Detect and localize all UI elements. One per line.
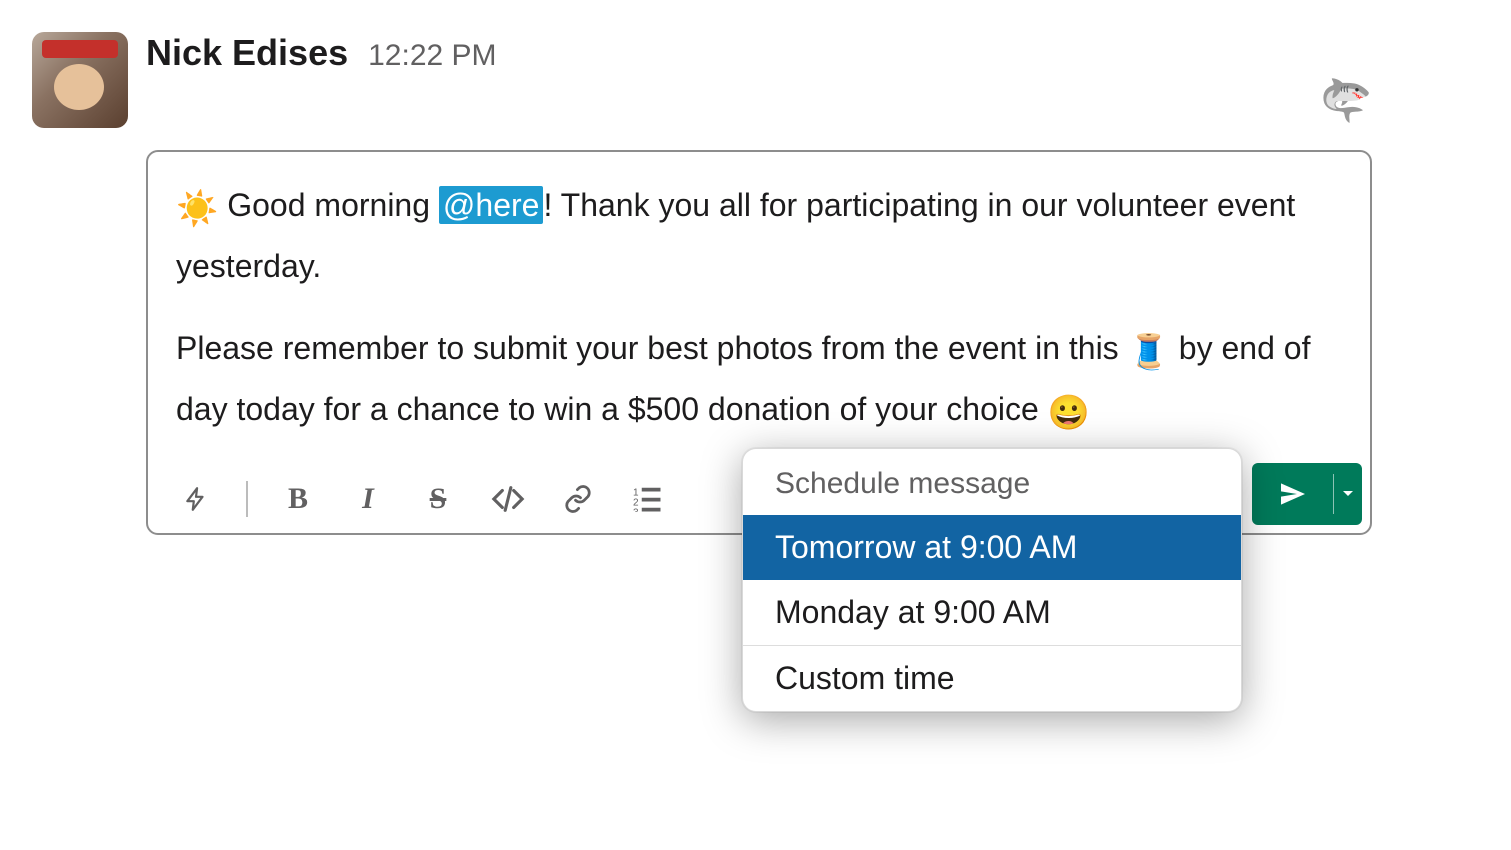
send-options-button[interactable] (1334, 463, 1362, 525)
code-icon (491, 486, 525, 512)
send-icon (1277, 478, 1309, 510)
send-button-group (1252, 463, 1362, 525)
mention-here[interactable]: @here (439, 186, 544, 224)
username[interactable]: Nick Edises (146, 32, 348, 74)
text-fragment: Please remember to submit your best phot… (176, 330, 1128, 366)
toolbar-separator (246, 481, 248, 517)
shark-icon: 🦈 (146, 80, 1372, 122)
svg-text:3: 3 (633, 507, 639, 512)
link-icon (563, 484, 593, 514)
ordered-list-icon: 123 (633, 486, 663, 512)
code-button[interactable] (488, 479, 528, 519)
link-button[interactable] (558, 479, 598, 519)
lightning-icon (183, 484, 209, 514)
smile-icon: 😀 (1048, 394, 1090, 432)
schedule-option-custom[interactable]: Custom time (743, 646, 1241, 711)
italic-button[interactable]: I (348, 479, 388, 519)
bold-button[interactable]: B (278, 479, 318, 519)
message-header: Nick Edises 12:22 PM (146, 32, 1372, 74)
avatar[interactable] (32, 32, 128, 128)
shortcuts-button[interactable] (176, 479, 216, 519)
schedule-menu-header: Schedule message (743, 449, 1241, 515)
strikethrough-button[interactable]: S (418, 479, 458, 519)
timestamp: 12:22 PM (368, 39, 496, 73)
schedule-option-monday[interactable]: Monday at 9:00 AM (743, 580, 1241, 645)
text-fragment: Good morning (218, 187, 439, 223)
thread-icon: 🧵 (1128, 333, 1170, 371)
sun-icon: ☀️ (176, 190, 218, 228)
composer-text[interactable]: ☀️ Good morning @here! Thank you all for… (176, 178, 1342, 443)
send-button[interactable] (1252, 463, 1333, 525)
ordered-list-button[interactable]: 123 (628, 479, 668, 519)
schedule-option-tomorrow[interactable]: Tomorrow at 9:00 AM (743, 515, 1241, 580)
chevron-down-icon (1342, 488, 1354, 500)
schedule-menu: Schedule message Tomorrow at 9:00 AM Mon… (742, 448, 1242, 712)
